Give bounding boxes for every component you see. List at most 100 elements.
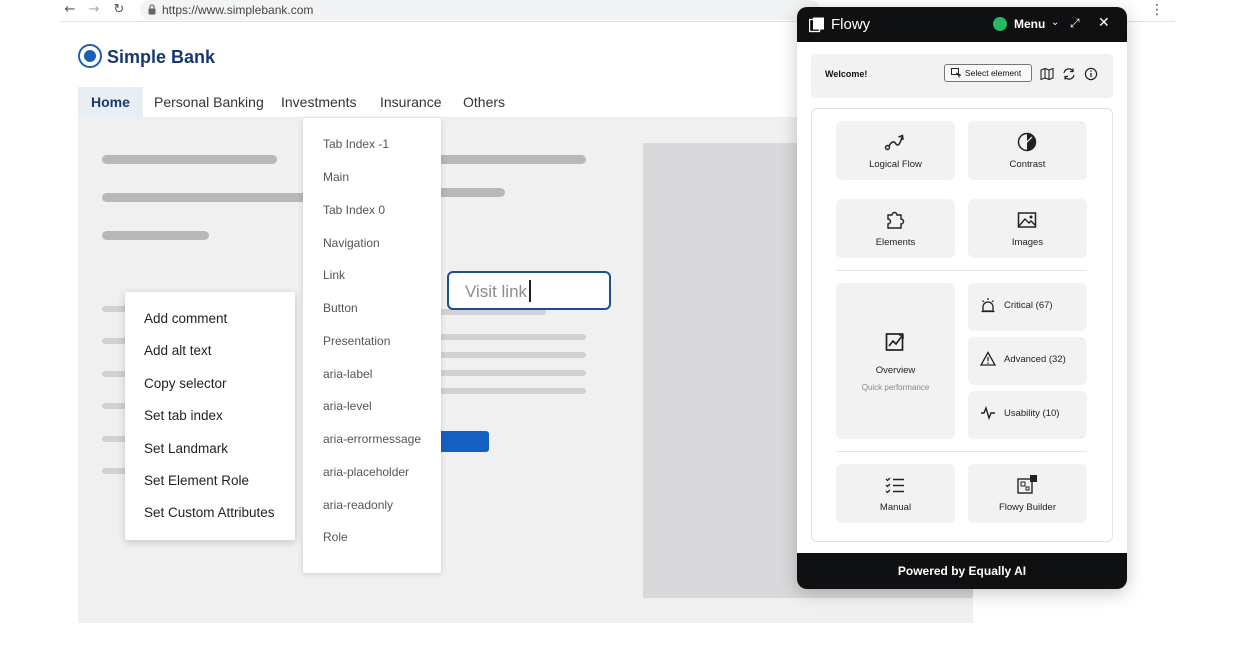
role-option[interactable]: aria-level bbox=[323, 399, 372, 413]
usability-tile[interactable]: Usability (10) bbox=[968, 391, 1087, 439]
flowy-builder-label: Flowy Builder bbox=[998, 502, 1057, 513]
reload-icon[interactable]: ↻ bbox=[111, 2, 127, 18]
flowy-menu-button[interactable]: Menu bbox=[1014, 17, 1045, 31]
url-text: https://www.simplebank.com bbox=[162, 3, 314, 17]
map-icon[interactable] bbox=[1040, 67, 1054, 81]
status-indicator bbox=[993, 17, 1007, 31]
select-element-button[interactable]: Select element bbox=[944, 64, 1032, 82]
flowy-title: Flowy bbox=[831, 16, 871, 33]
nav-home[interactable]: Home bbox=[78, 87, 143, 117]
text-placeholder bbox=[438, 155, 586, 164]
role-option[interactable]: Navigation bbox=[323, 236, 380, 250]
manual-label: Manual bbox=[879, 502, 912, 513]
browser-menu-icon[interactable]: ⋮ bbox=[1150, 2, 1164, 18]
overview-label: Overview bbox=[875, 365, 916, 376]
text-caret bbox=[529, 280, 531, 302]
chevron-down-icon[interactable]: ⌄ bbox=[1051, 17, 1059, 28]
overview-tile[interactable]: Overview Quick performance bbox=[836, 283, 955, 439]
role-dropdown: Tab Index -1 Main Tab Index 0 Navigation… bbox=[303, 118, 441, 573]
contrast-label: Contrast bbox=[1009, 159, 1046, 170]
images-tile[interactable]: Images bbox=[968, 199, 1087, 258]
back-icon[interactable]: ← bbox=[62, 2, 78, 18]
role-option[interactable]: aria-errormessage bbox=[323, 432, 421, 446]
bank-logo-dot bbox=[84, 50, 96, 62]
text-placeholder bbox=[438, 188, 505, 197]
close-icon[interactable]: ✕ bbox=[1098, 15, 1110, 31]
checklist-icon bbox=[885, 477, 904, 494]
menu-item-add-alt-text[interactable]: Add alt text bbox=[144, 343, 212, 358]
overview-subtitle: Quick performance bbox=[861, 383, 930, 392]
role-option[interactable]: aria-label bbox=[323, 367, 372, 381]
flowy-logo-icon bbox=[809, 17, 824, 33]
nav-personal-banking[interactable]: Personal Banking bbox=[141, 87, 277, 117]
role-option[interactable]: Main bbox=[323, 170, 349, 184]
advanced-tile[interactable]: Advanced (32) bbox=[968, 337, 1087, 385]
welcome-bar: Welcome! Select element bbox=[811, 54, 1113, 98]
select-element-label: Select element bbox=[965, 68, 1022, 78]
flowy-tools: Logical Flow Contrast Elements Images Ov… bbox=[811, 108, 1113, 542]
text-placeholder bbox=[102, 155, 277, 164]
role-option[interactable]: Tab Index -1 bbox=[323, 137, 389, 151]
powered-by-text[interactable]: Powered by Equally AI bbox=[797, 564, 1127, 578]
role-option[interactable]: Presentation bbox=[323, 334, 390, 348]
flowy-panel: Flowy Menu ⌄ ⤢ ✕ Welcome! Select element bbox=[797, 7, 1127, 589]
contrast-tile[interactable]: Contrast bbox=[968, 121, 1087, 180]
lock-icon bbox=[148, 4, 156, 15]
logical-flow-icon bbox=[884, 134, 904, 151]
text-placeholder bbox=[438, 334, 586, 340]
advanced-label: Advanced (32) bbox=[1004, 354, 1066, 365]
text-placeholder bbox=[438, 370, 586, 376]
menu-item-set-element-role[interactable]: Set Element Role bbox=[144, 473, 249, 488]
welcome-text: Welcome! bbox=[825, 69, 868, 79]
nav-insurance[interactable]: Insurance bbox=[367, 87, 454, 117]
menu-item-copy-selector[interactable]: Copy selector bbox=[144, 376, 227, 391]
text-placeholder bbox=[102, 193, 307, 202]
menu-item-add-comment[interactable]: Add comment bbox=[144, 311, 227, 326]
alarm-icon bbox=[981, 298, 995, 313]
image-icon bbox=[1017, 212, 1037, 228]
menu-item-set-tab-index[interactable]: Set tab index bbox=[144, 408, 223, 423]
elements-tile[interactable]: Elements bbox=[836, 199, 955, 258]
select-cursor-icon bbox=[951, 68, 961, 78]
menu-item-set-custom-attributes[interactable]: Set Custom Attributes bbox=[144, 505, 275, 520]
usability-label: Usability (10) bbox=[1004, 408, 1060, 419]
text-placeholder bbox=[102, 231, 209, 240]
images-label: Images bbox=[1011, 237, 1044, 248]
role-option[interactable]: Tab Index 0 bbox=[323, 203, 385, 217]
address-bar[interactable]: https://www.simplebank.com bbox=[140, 0, 820, 20]
info-icon[interactable] bbox=[1084, 67, 1098, 81]
logical-flow-label: Logical Flow bbox=[869, 159, 922, 170]
critical-tile[interactable]: Critical (67) bbox=[968, 283, 1087, 331]
puzzle-icon bbox=[887, 211, 905, 229]
flowy-header: Flowy Menu ⌄ ⤢ ✕ bbox=[797, 7, 1127, 42]
divider bbox=[836, 451, 1087, 452]
divider bbox=[836, 270, 1087, 271]
role-option[interactable]: Link bbox=[323, 268, 345, 282]
bank-brand-name[interactable]: Simple Bank bbox=[107, 47, 215, 68]
builder-icon bbox=[1017, 475, 1037, 494]
refresh-icon[interactable] bbox=[1062, 67, 1076, 81]
visit-link-input[interactable]: Visit link bbox=[447, 271, 611, 310]
elements-label: Elements bbox=[875, 237, 916, 248]
manual-tile[interactable]: Manual bbox=[836, 464, 955, 523]
chart-icon bbox=[885, 333, 904, 351]
nav-investments[interactable]: Investments bbox=[268, 87, 369, 117]
activity-icon bbox=[981, 405, 995, 421]
warning-icon bbox=[980, 351, 996, 366]
role-option[interactable]: aria-placeholder bbox=[323, 465, 409, 479]
logical-flow-tile[interactable]: Logical Flow bbox=[836, 121, 955, 180]
expand-icon[interactable]: ⤢ bbox=[1070, 16, 1080, 31]
menu-item-set-landmark[interactable]: Set Landmark bbox=[144, 441, 228, 456]
primary-button[interactable] bbox=[438, 431, 489, 452]
visit-link-placeholder: Visit link bbox=[465, 282, 528, 301]
nav-others[interactable]: Others bbox=[450, 87, 518, 117]
flowy-footer: Powered by Equally AI bbox=[797, 553, 1127, 589]
role-option[interactable]: aria-readonly bbox=[323, 498, 393, 512]
contrast-icon bbox=[1017, 132, 1037, 152]
critical-label: Critical (67) bbox=[1004, 300, 1053, 311]
forward-icon[interactable]: → bbox=[86, 2, 102, 18]
flowy-builder-tile[interactable]: Flowy Builder bbox=[968, 464, 1087, 523]
role-option[interactable]: Button bbox=[323, 301, 358, 315]
text-placeholder bbox=[438, 388, 586, 394]
role-option[interactable]: Role bbox=[323, 530, 348, 544]
